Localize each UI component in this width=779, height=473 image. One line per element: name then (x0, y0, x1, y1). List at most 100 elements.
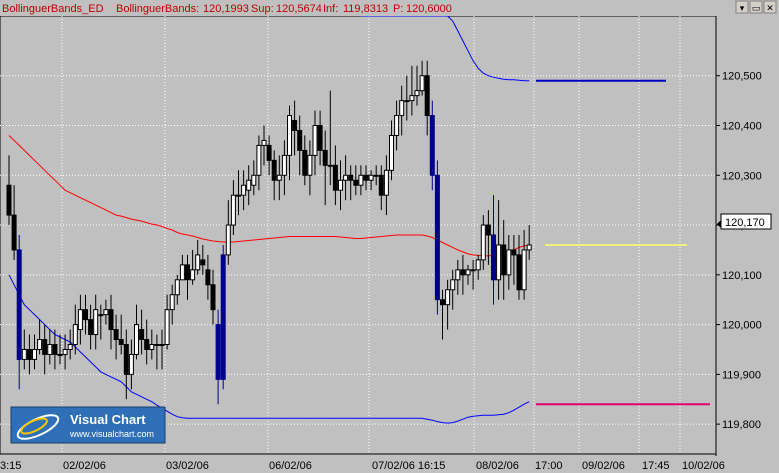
header-p-value: 120,6000 (406, 3, 452, 15)
candle-body (368, 174, 374, 181)
candle-body (404, 100, 410, 103)
candle-body (241, 184, 247, 196)
chart: 120,500120,400120,300120,200120,100120,0… (0, 0, 779, 473)
minimize-icon: ▾ (740, 4, 745, 14)
logo-title: Visual Chart (70, 412, 146, 427)
candle-body (312, 125, 318, 156)
candle-body (287, 115, 292, 156)
x-tick-label: 06/02/06 (269, 460, 312, 472)
y-tick-label: 120,300 (722, 170, 762, 182)
candle-body (276, 174, 282, 181)
y-tick-label: 120,100 (722, 270, 762, 282)
candle-body (169, 294, 175, 311)
candle-body (348, 174, 354, 181)
header-p-label: P: (393, 3, 403, 15)
x-tick-label: 08/02/06 (476, 460, 519, 472)
candle-body (506, 249, 512, 276)
candle-body (26, 348, 32, 360)
candle-body (292, 120, 298, 131)
candle-body (195, 254, 201, 271)
candle-body (414, 90, 420, 97)
candle-body (261, 139, 267, 146)
candle-body (47, 344, 53, 355)
header-indicator: BollinguerBands_ED (2, 3, 104, 15)
x-tick-label: 17:00 (535, 460, 563, 472)
candle-body (179, 264, 185, 281)
candle-body (62, 348, 68, 355)
y-tick-label: 120,400 (722, 121, 762, 133)
candle-body (389, 134, 394, 171)
candle-body (16, 249, 22, 360)
candle-body (215, 324, 221, 380)
candle-body (113, 329, 119, 341)
candle-body (271, 159, 277, 181)
candle-body (83, 309, 88, 321)
candle-body (37, 339, 43, 350)
y-tick-label: 120,000 (722, 320, 762, 332)
candle-body (501, 244, 507, 276)
close-button[interactable]: ✕ (763, 0, 777, 14)
candle-body (281, 154, 287, 176)
candle-body (164, 309, 170, 345)
minimize-button[interactable]: ▾ (735, 0, 749, 14)
candle-body (225, 224, 231, 256)
candle-body (460, 269, 466, 276)
maximize-button[interactable]: ▭ (749, 0, 763, 14)
maximize-icon: ▭ (752, 4, 761, 14)
candle-body (373, 174, 379, 177)
y-tick-label: 119,800 (722, 419, 761, 431)
candle-body (185, 264, 190, 281)
x-tick-label: 07/02/06 16:15 (372, 460, 445, 472)
candle-body (322, 149, 328, 166)
candle-body (159, 344, 165, 346)
candle-body (358, 174, 364, 186)
candle-body (149, 344, 155, 350)
candle-body (174, 279, 180, 296)
candle-body (57, 353, 63, 356)
x-tick-label: 3:15 (0, 460, 21, 472)
candle-body (378, 174, 384, 196)
candle-body (434, 174, 440, 301)
candle-body (419, 75, 425, 92)
candle-body (266, 144, 272, 161)
candle-body (445, 289, 451, 306)
candle-body (108, 309, 114, 331)
candle-body (210, 284, 216, 311)
candle-body (302, 149, 308, 176)
candle-body (332, 164, 338, 191)
candle-body (429, 115, 435, 176)
candle-body (526, 244, 532, 251)
candle-body (511, 249, 517, 256)
candle-body (246, 179, 252, 191)
candle-body (21, 348, 27, 360)
candle-body (190, 269, 196, 281)
candle-body (327, 164, 333, 167)
x-tick-label: 09/02/06 (582, 460, 625, 472)
candle-body (118, 339, 124, 346)
candle (434, 160, 440, 315)
candle-body (475, 259, 481, 271)
candle-body (338, 179, 343, 191)
candle-body (450, 279, 456, 291)
header-sup-value: 120,5674 (276, 3, 322, 15)
candle-body (383, 169, 389, 196)
close-icon: ✕ (766, 4, 774, 14)
candle-body (103, 309, 109, 316)
candle-body (297, 129, 303, 151)
x-tick-label: 03/02/06 (166, 460, 209, 472)
current-price-tag: 120,170 (717, 213, 772, 230)
price-tag-value: 120,170 (725, 217, 765, 229)
candle-body (251, 174, 257, 186)
candle-body (72, 324, 78, 346)
candle-body (154, 344, 160, 346)
candle-body (42, 339, 48, 355)
header-name: BollinguerBands: (116, 3, 199, 15)
candle-body (6, 184, 12, 216)
candle-body (230, 194, 236, 226)
candle-body (88, 319, 94, 336)
candle-body (496, 244, 502, 281)
candle-body (32, 348, 37, 360)
candle-body (394, 115, 400, 136)
candle-body (123, 344, 129, 375)
candle-body (424, 75, 430, 117)
